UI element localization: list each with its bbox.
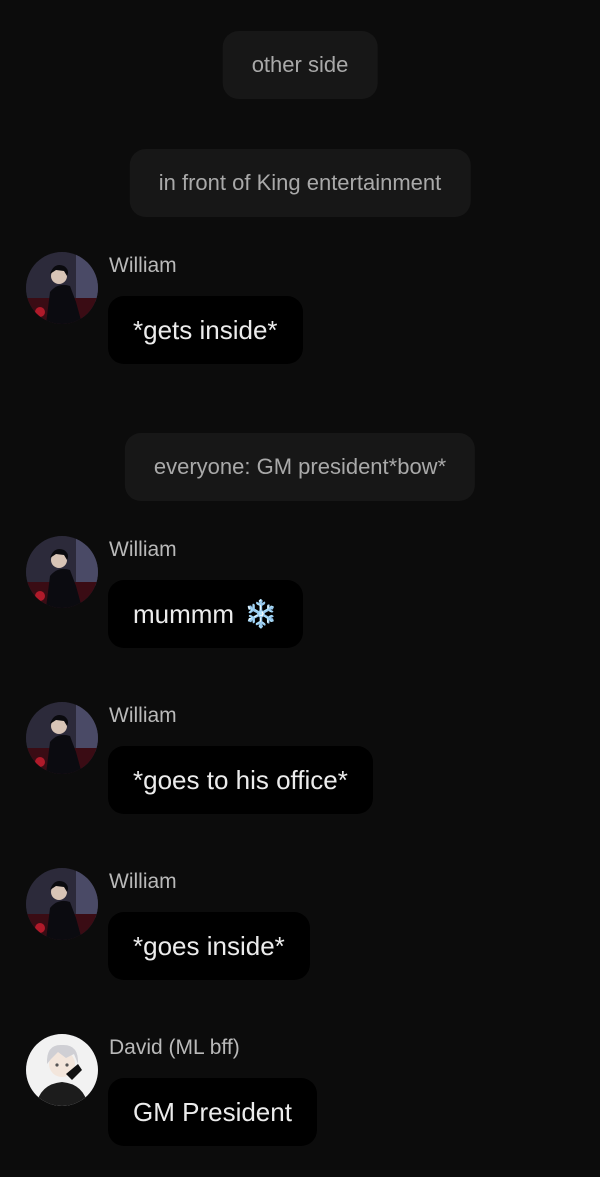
- system-message-text: in front of King entertainment: [158, 170, 442, 195]
- message-text: *goes inside*: [133, 930, 285, 961]
- message-bubble[interactable]: GM President: [108, 1078, 317, 1146]
- system-message-narration: everyone: GM president*bow*: [124, 433, 476, 501]
- snowflake-icon: ❄️: [244, 599, 278, 629]
- avatar-william[interactable]: [26, 868, 98, 940]
- sender-name: David (ML bff): [109, 1036, 240, 1059]
- message-text: *gets inside*: [133, 314, 278, 345]
- avatar-david[interactable]: [26, 1034, 98, 1106]
- message-text: *goes to his office*: [133, 764, 348, 795]
- message-bubble[interactable]: *goes to his office*: [108, 746, 373, 814]
- message-bubble[interactable]: mummm ❄️: [108, 580, 303, 648]
- message-text: mummm: [133, 598, 235, 629]
- system-message-location: other side: [222, 31, 378, 99]
- sender-name: William: [109, 870, 177, 893]
- avatar-william[interactable]: [26, 702, 98, 774]
- sender-name: William: [109, 254, 177, 277]
- message-bubble[interactable]: *goes inside*: [108, 912, 310, 980]
- system-message-text: everyone: GM president*bow*: [153, 454, 447, 479]
- chat-thread[interactable]: other side in front of King entertainmen…: [0, 0, 600, 1177]
- avatar-william[interactable]: [26, 252, 98, 324]
- sender-name: William: [109, 538, 177, 561]
- message-text: GM President: [133, 1096, 292, 1127]
- system-message-text: other side: [251, 52, 349, 77]
- message-bubble[interactable]: *gets inside*: [108, 296, 303, 364]
- system-message-scene: in front of King entertainment: [129, 149, 471, 217]
- sender-name: William: [109, 704, 177, 727]
- avatar-william[interactable]: [26, 536, 98, 608]
